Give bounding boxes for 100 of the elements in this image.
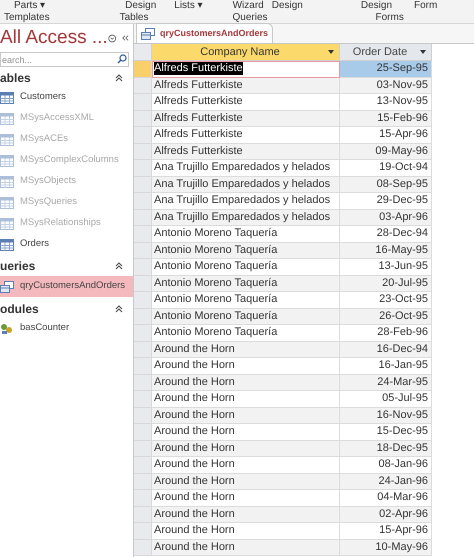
table-cell: Alfreds Futterkiste [154,144,243,158]
row-selector[interactable] [134,523,152,540]
table-cell: Alfreds Futterkiste [154,128,243,142]
ribbon-button[interactable]: Wizard [232,0,264,11]
dropdown-arrow-icon[interactable] [328,50,334,54]
row-selector[interactable] [134,424,152,440]
collapse-icon[interactable] [115,74,123,82]
row-selector[interactable] [134,78,152,94]
table-cell: Antonio Moreno Taquería [154,244,278,257]
row-selector[interactable] [134,474,152,490]
ribbon-group-label: Forms [376,12,404,22]
table-cell: Around the Horn [154,474,235,488]
table-cell: 16-May-95 [375,244,428,257]
row-selector[interactable] [134,308,152,325]
dropdown-arrow-icon[interactable] [420,50,426,54]
row-selector[interactable] [134,176,152,193]
table-cell: Around the Horn [154,392,235,406]
nav-item[interactable]: Orders [0,234,133,255]
table-cell: Around the Horn [154,425,235,438]
row-selector[interactable] [134,440,152,457]
table-cell: 20-Jul-95 [382,276,428,290]
row-selector[interactable] [134,540,152,556]
dropdown-icon[interactable] [108,32,116,44]
row-selector[interactable] [134,506,152,523]
search-field[interactable]: earch... [0,52,129,67]
table-icon [0,176,14,188]
table-cell: Ana Trujillo Emparedados y helados [154,178,330,191]
section-header[interactable]: odules [0,300,39,318]
table-cell: Antonio Moreno Taquería [154,276,278,290]
ribbon-button[interactable]: Design [125,0,156,11]
row-selector[interactable] [134,144,152,160]
row-selector[interactable] [134,342,152,358]
table-cell: Antonio Moreno Taquería [154,293,278,306]
table-cell: 29-Dec-95 [376,194,428,208]
row-selector[interactable] [134,193,152,210]
table-cell: Around the Horn [154,359,235,372]
table-cell: 15-Feb-96 [377,112,428,125]
ribbon-group-label: Queries [232,12,268,22]
table-cell: 24-Jan-96 [378,474,428,488]
row-selector[interactable] [134,490,152,506]
table-icon [0,218,14,230]
table-cell: 15-Apr-96 [379,128,428,142]
module-icon [0,322,14,334]
table-cell: Around the Horn [154,491,235,504]
pane-title: All Access ... [0,26,108,50]
table-cell: Alfreds Futterkiste [154,62,243,76]
table-icon [0,196,14,208]
table-cell: 08-Jan-96 [378,458,428,472]
row-selector[interactable] [134,292,152,308]
row-selector[interactable] [134,408,152,424]
shutter-icon[interactable] [122,34,129,42]
row-selector[interactable] [134,127,152,144]
document-tab[interactable]: qryCustomersAndOrders [136,23,274,43]
table-cell: 16-Jan-95 [378,359,428,372]
row-selector[interactable] [134,61,152,78]
table-cell: 24-Mar-95 [377,376,428,389]
column-header[interactable]: Order Date [340,44,432,61]
query-icon [141,28,155,40]
table-cell: Alfreds Futterkiste [154,78,243,92]
row-selector[interactable] [134,94,152,110]
select-all-corner[interactable] [134,44,152,61]
nav-item[interactable]: Customers [0,87,133,108]
row-selector[interactable] [134,160,152,176]
search-icon[interactable] [117,54,127,64]
table-cell: Ana Trujillo Emparedados y helados [154,161,330,174]
section-header[interactable]: ables [0,68,31,86]
ribbon-group-label: Tables [120,12,148,22]
row-selector[interactable] [134,242,152,259]
row-selector[interactable] [134,259,152,276]
ribbon-button[interactable]: Form [414,0,438,11]
table-cell: Around the Horn [154,342,235,356]
row-selector[interactable] [134,325,152,342]
table-cell: 05-Jul-95 [382,392,428,406]
table-cell: 16-Nov-95 [376,408,428,422]
nav-item[interactable]: basCounter [0,318,133,339]
table-cell: 13-Nov-95 [376,95,428,108]
table-cell: 10-May-96 [375,540,428,554]
collapse-icon[interactable] [115,262,123,270]
table-cell: Around the Horn [154,540,235,554]
row-selector[interactable] [134,210,152,226]
section-header[interactable]: ueries [0,256,36,274]
ribbon-button[interactable]: Design [360,0,392,11]
ribbon-button[interactable]: Lists ▾ [174,0,203,11]
collapse-icon[interactable] [115,304,123,312]
nav-item[interactable]: qryCustomersAndOrders [0,276,133,297]
table-cell: Around the Horn [154,408,235,422]
row-selector[interactable] [134,374,152,391]
row-selector[interactable] [134,457,152,474]
table-cell: 25-Sep-95 [376,62,428,76]
column-header[interactable]: Company Name [152,44,340,61]
row-selector[interactable] [134,391,152,408]
row-selector[interactable] [134,226,152,242]
table-cell: 13-Jun-95 [378,260,428,274]
ribbon-button[interactable]: Design [272,0,303,11]
row-selector[interactable] [134,276,152,292]
row-selector[interactable] [134,110,152,127]
ribbon-button[interactable]: Parts ▾ [14,0,46,11]
table-cell: 04-Mar-96 [377,491,428,504]
table-cell: 03-Apr-96 [379,210,428,224]
row-selector[interactable] [134,358,152,374]
